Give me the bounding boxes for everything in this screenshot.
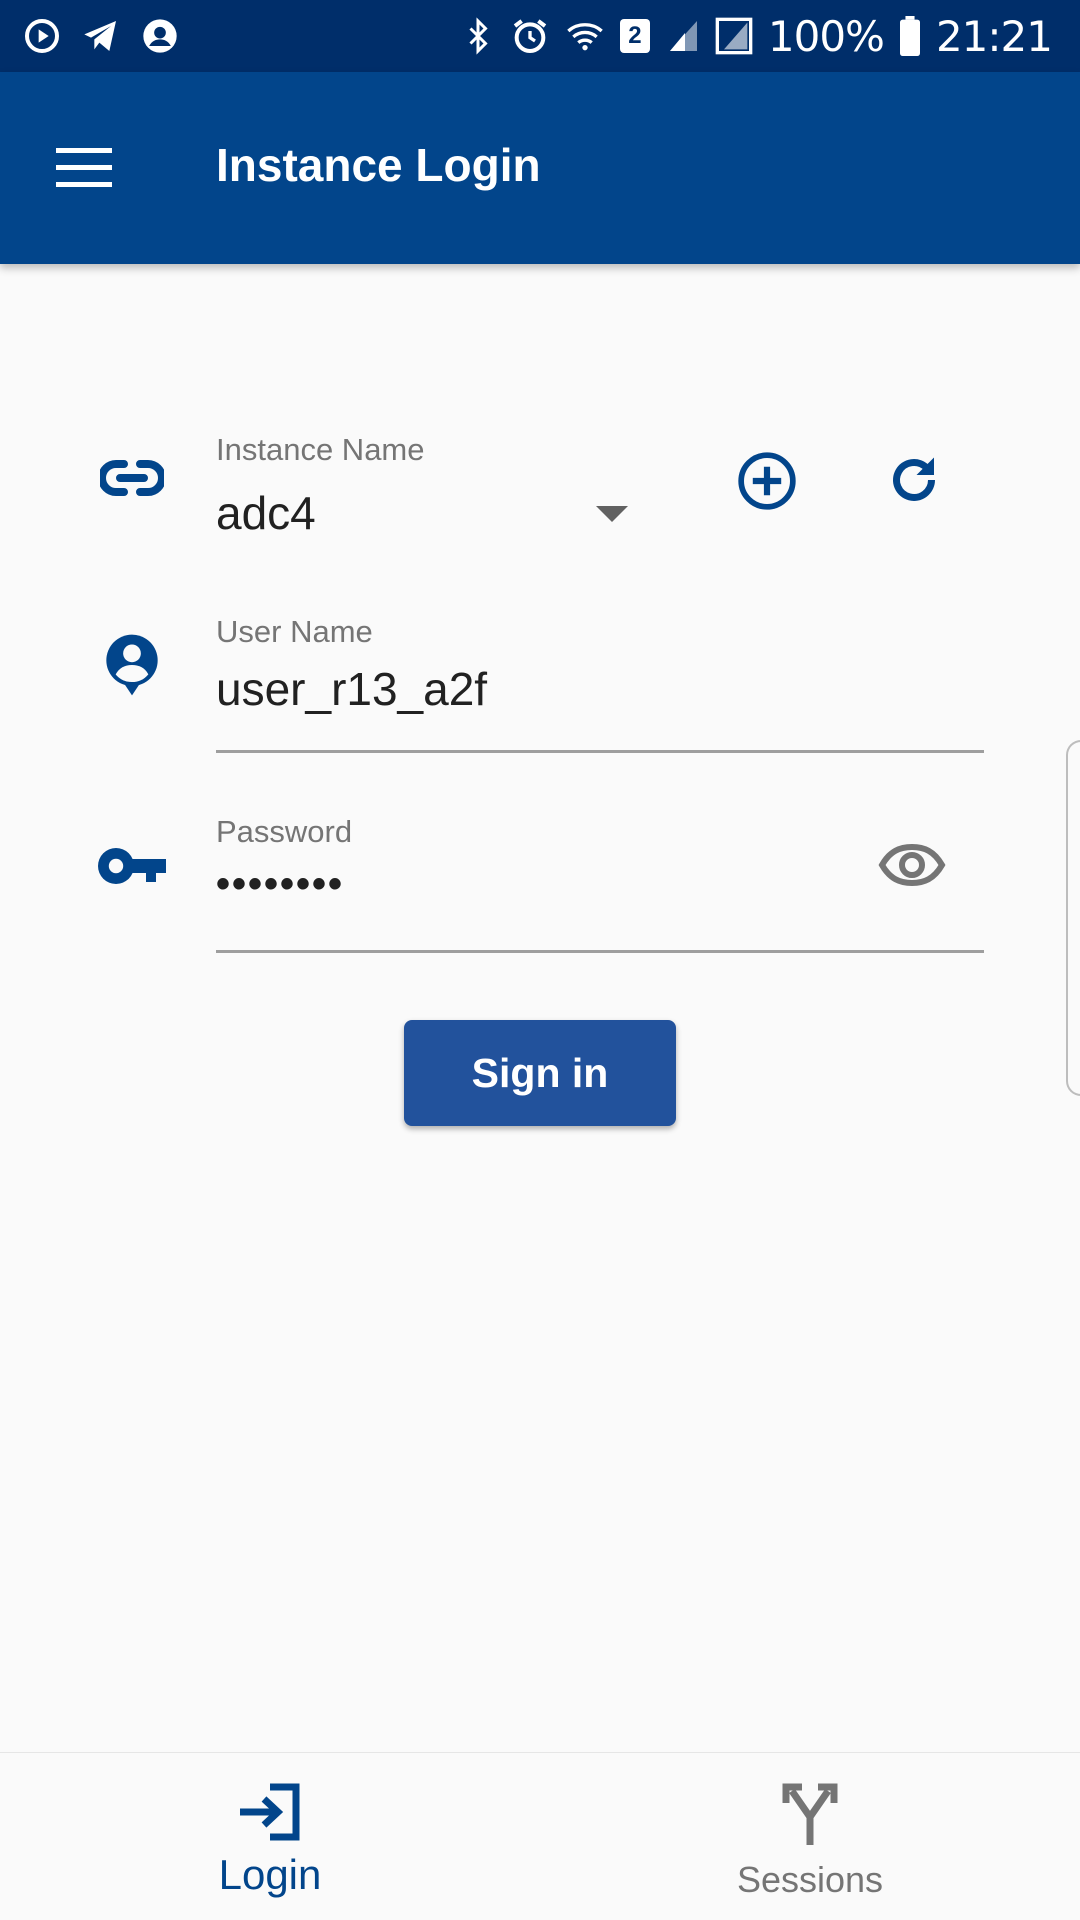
alarm-icon xyxy=(513,19,547,54)
dropdown-arrow-icon[interactable] xyxy=(596,506,628,522)
instance-name-label: Instance Name xyxy=(216,432,425,467)
wifi-icon xyxy=(567,23,603,51)
status-bar: 2 100% 21:21 xyxy=(0,0,1080,72)
user-name-underline xyxy=(216,750,984,753)
page-title: Instance Login xyxy=(216,139,541,191)
account-pin-icon xyxy=(106,634,158,696)
instance-name-select[interactable]: adc4 xyxy=(216,486,316,540)
bluetooth-icon xyxy=(469,17,488,55)
telegram-icon xyxy=(84,21,116,51)
battery-icon xyxy=(899,16,920,56)
status-right: 2 100% 21:21 xyxy=(460,11,1053,61)
bottom-navigation: Login Sessions xyxy=(0,1752,1080,1920)
menu-button[interactable] xyxy=(56,148,112,188)
password-label: Password xyxy=(216,814,353,849)
clock: 21:21 xyxy=(935,11,1053,61)
login-icon xyxy=(240,1783,300,1841)
merge-icon xyxy=(782,1783,838,1845)
show-password-eye-icon[interactable] xyxy=(878,840,946,890)
nav-sessions-label: Sessions xyxy=(736,1859,884,1900)
add-instance-button[interactable] xyxy=(736,450,798,512)
hamburger-menu-icon xyxy=(56,148,112,187)
sim-badge: 2 xyxy=(619,19,650,53)
sign-in-button[interactable]: Sign in xyxy=(404,1020,676,1126)
link-icon xyxy=(100,460,164,496)
edge-panel-handle[interactable] xyxy=(1066,740,1080,1096)
user-name-input[interactable]: user_r13_a2f xyxy=(216,662,487,716)
signal-roaming-icon xyxy=(669,21,697,51)
nav-login[interactable]: Login xyxy=(0,1753,540,1920)
signal-icon xyxy=(715,17,753,55)
password-input[interactable]: •••••••• xyxy=(216,862,344,907)
key-icon xyxy=(98,848,166,884)
battery-percent: 100% xyxy=(767,11,885,61)
play-circle-icon xyxy=(25,19,59,53)
account-circle-icon xyxy=(143,19,177,53)
user-name-label: User Name xyxy=(216,614,373,649)
refresh-button[interactable] xyxy=(884,450,944,510)
nav-sessions[interactable]: Sessions xyxy=(540,1753,1080,1920)
nav-login-label: Login xyxy=(218,1851,322,1898)
app-bar: Instance Login xyxy=(0,72,1080,264)
status-left xyxy=(22,16,180,56)
password-underline xyxy=(216,950,984,953)
